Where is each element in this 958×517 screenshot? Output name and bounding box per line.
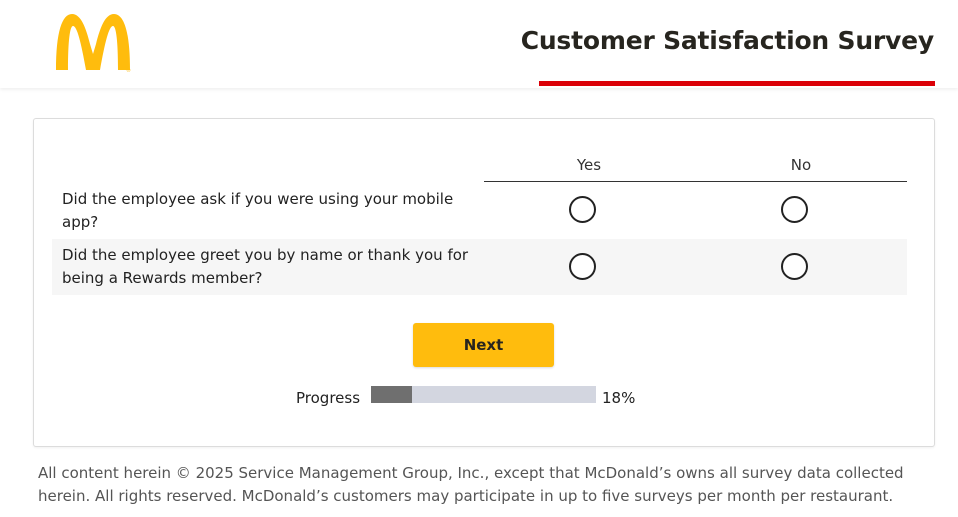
progress-percent: 18% [602,389,636,407]
column-header-no: No [790,156,812,174]
trademark-mark: ® [126,67,131,72]
column-header-yes: Yes [576,156,602,174]
radio-no-greet-by-name[interactable] [781,253,808,280]
progress-bar-fill [371,386,412,403]
question-row-greet-by-name: Did the employee greet you by name or th… [52,239,907,295]
progress-label: Progress [296,389,361,407]
arches-shape [56,14,130,70]
footer-copyright: All content herein © 2025 Service Manage… [38,464,904,505]
radio-no-mobile-app[interactable] [781,196,808,223]
radio-yes-mobile-app[interactable] [569,196,596,223]
progress-bar [371,386,596,403]
radio-yes-greet-by-name[interactable] [569,253,596,280]
next-button[interactable]: Next [413,323,554,367]
golden-arches-logo: ® [56,14,131,72]
page-title: Customer Satisfaction Survey [520,26,935,55]
survey-card: Yes No Did the employee ask if you were … [33,118,935,447]
site-header: ® Customer Satisfaction Survey [0,0,958,88]
question-text: Did the employee ask if you were using y… [62,190,454,231]
question-text: Did the employee greet you by name or th… [62,246,469,287]
question-row-mobile-app: Did the employee ask if you were using y… [52,182,907,238]
title-underline [539,81,935,86]
